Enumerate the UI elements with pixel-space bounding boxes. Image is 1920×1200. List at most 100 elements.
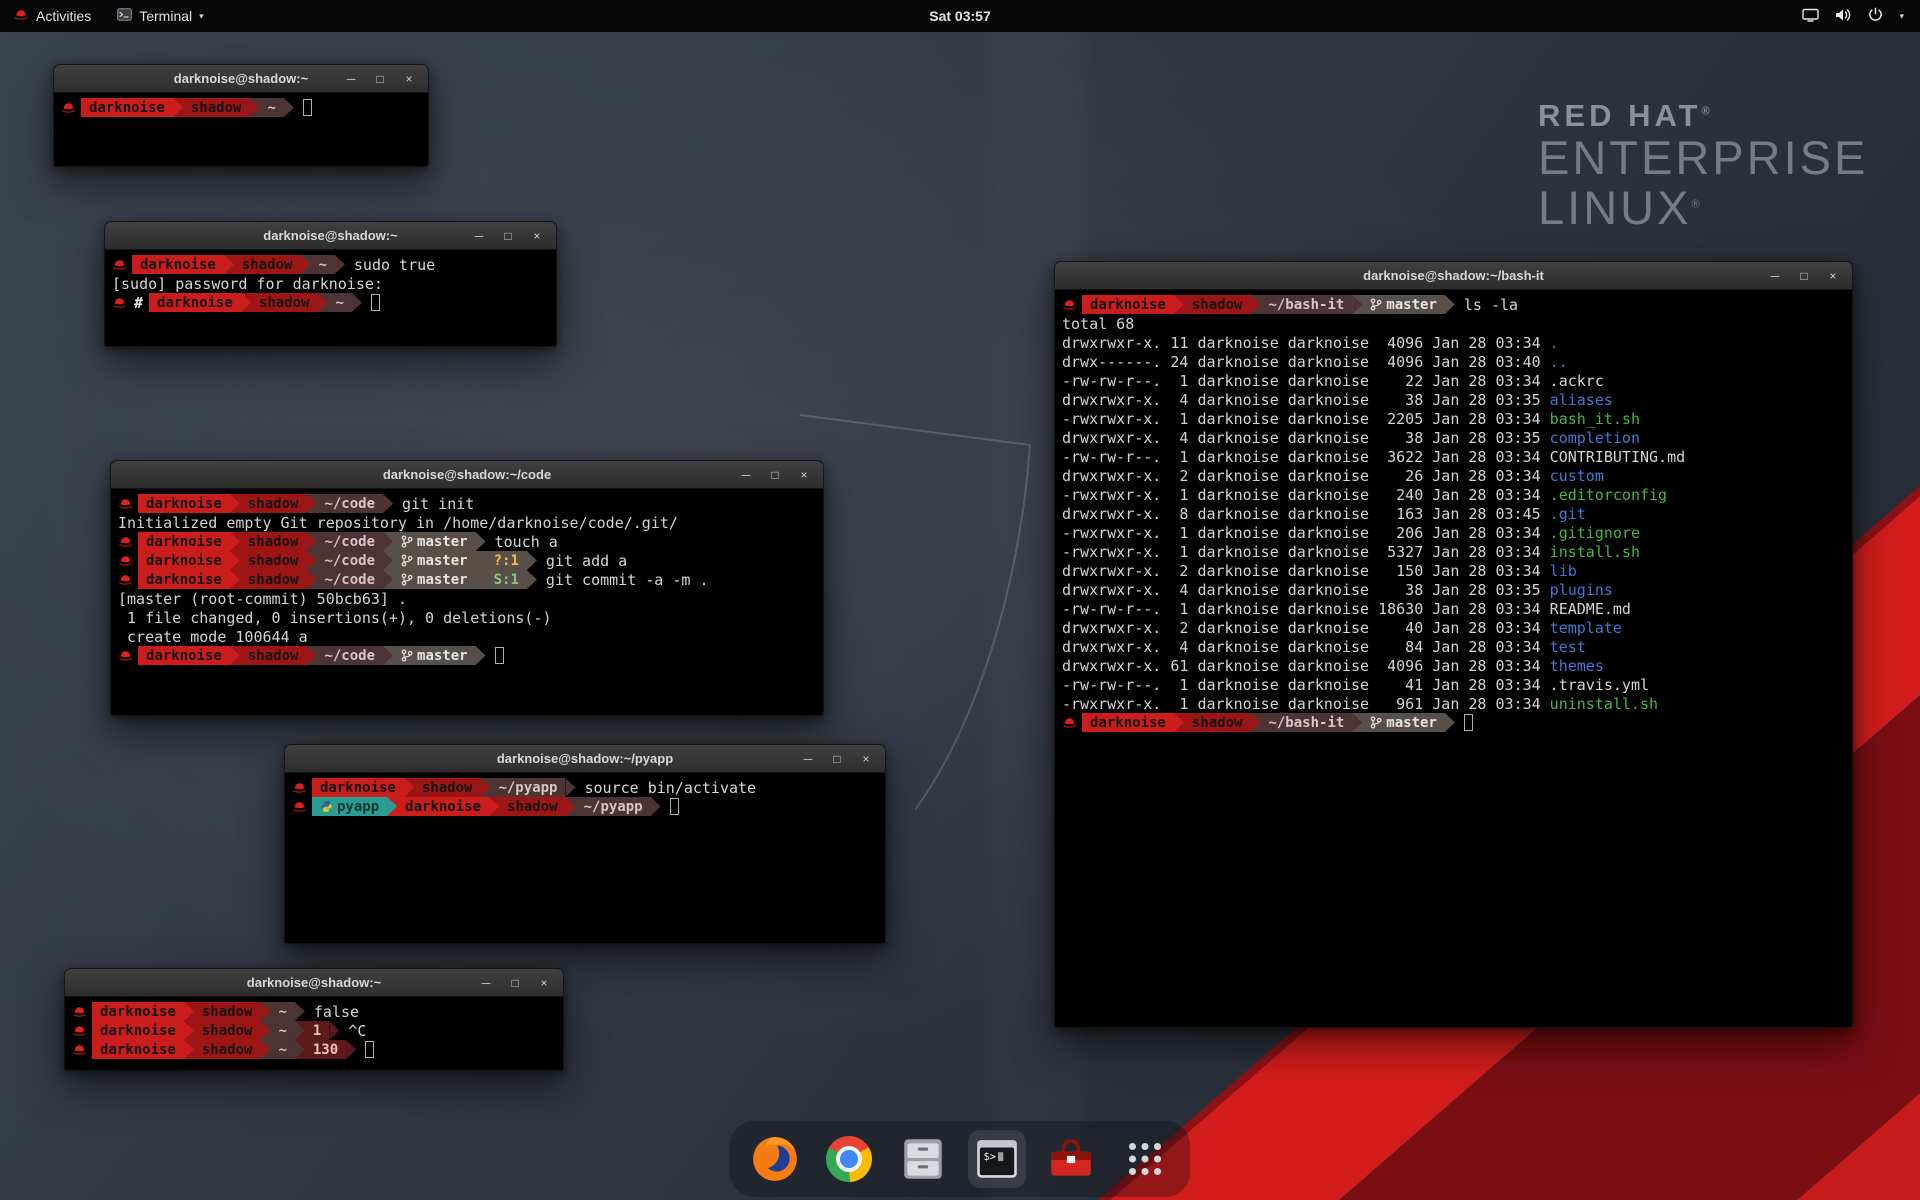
output-line: -rwxrwxr-x. 1 darknoise darknoise 961 Ja… xyxy=(1062,694,1845,713)
filename-exec: bash_it.sh xyxy=(1550,410,1640,428)
prompt-segment-user: darknoise xyxy=(92,1040,184,1059)
powerline-arrow xyxy=(1174,295,1184,314)
prompt-segment-user: darknoise xyxy=(1082,713,1174,732)
chrome-icon[interactable] xyxy=(820,1130,878,1188)
output-text: [sudo] password for darknoise: xyxy=(112,275,392,293)
maximize-button[interactable]: □ xyxy=(827,749,847,769)
prompt-segment-host: shadow xyxy=(234,255,301,274)
minimize-button[interactable]: ─ xyxy=(469,226,489,246)
prompt-line: darknoiseshadow~ xyxy=(61,98,421,117)
close-button[interactable]: × xyxy=(794,465,814,485)
command-text: touch a xyxy=(486,533,558,551)
terminal-cursor xyxy=(371,294,380,311)
output-text: -rw-rw-r--. 1 darknoise darknoise 41 Jan… xyxy=(1062,676,1550,694)
maximize-button[interactable]: □ xyxy=(370,69,390,89)
prompt-segment-user: darknoise xyxy=(138,532,230,551)
prompt-segment-host: shadow xyxy=(240,532,307,551)
filename-dir: .git xyxy=(1550,505,1586,523)
minimize-button[interactable]: ─ xyxy=(1765,266,1785,286)
window-title: darknoise@shadow:~/code xyxy=(111,467,823,482)
system-indicators[interactable]: ▾ xyxy=(1802,0,1920,32)
powerline-arrow xyxy=(383,532,393,551)
maximize-button[interactable]: □ xyxy=(765,465,785,485)
app-menu[interactable]: Terminal ▾ xyxy=(104,0,216,32)
terminal-body[interactable]: darknoiseshadow~/pyapp source bin/activa… xyxy=(285,773,885,943)
firefox-icon[interactable] xyxy=(746,1130,804,1188)
filename-dir: test xyxy=(1550,638,1586,656)
terminal-window[interactable]: darknoise@shadow:~ ─□× darknoiseshadow~ xyxy=(53,64,429,167)
terminal-window[interactable]: darknoise@shadow:~ ─□× darknoiseshadow~ … xyxy=(104,221,557,347)
powerline-arrow xyxy=(306,532,316,551)
terminal-body[interactable]: darknoiseshadow~ sudo true[sudo] passwor… xyxy=(105,250,556,346)
prompt-segment-branch: master xyxy=(1362,713,1445,732)
prompt-segment-path: ~ xyxy=(270,1002,294,1021)
terminal-window[interactable]: darknoise@shadow:~ ─□× darknoiseshadow~ … xyxy=(64,968,564,1071)
minimize-button[interactable]: ─ xyxy=(476,973,496,993)
prompt-line: darknoiseshadow~/codemaster touch a xyxy=(118,532,816,551)
close-button[interactable]: × xyxy=(527,226,547,246)
terminal-window[interactable]: darknoise@shadow:~/code ─ □ × darknoise sha… xyxy=(110,460,824,716)
output-line: drwx------. 24 darknoise darknoise 4096 … xyxy=(1062,352,1845,371)
filename-dir: completion xyxy=(1550,429,1640,447)
toolbox-icon[interactable] xyxy=(1042,1130,1100,1188)
powerline-arrow xyxy=(527,570,537,589)
terminal-body[interactable]: darknoiseshadow~/bash-itmaster ls -latot… xyxy=(1055,290,1852,1027)
brand-line1: RED HAT xyxy=(1538,98,1701,133)
powerline-arrow xyxy=(260,1021,270,1040)
maximize-button[interactable]: □ xyxy=(1794,266,1814,286)
command-text: false xyxy=(305,1003,359,1021)
output-line: drwxrwxr-x. 8 darknoise darknoise 163 Ja… xyxy=(1062,504,1845,523)
close-button[interactable]: × xyxy=(399,69,419,89)
activities-button[interactable]: Activities xyxy=(0,0,104,32)
terminal-cursor xyxy=(670,798,679,815)
close-button[interactable]: × xyxy=(856,749,876,769)
terminal-app-icon xyxy=(117,8,132,24)
minimize-button[interactable]: ─ xyxy=(341,69,361,89)
prompt-segment-path: ~/code xyxy=(316,570,383,589)
power-icon xyxy=(1868,7,1883,25)
output-line: -rw-rw-r--. 1 darknoise darknoise 41 Jan… xyxy=(1062,675,1845,694)
powerline-arrow xyxy=(230,570,240,589)
terminal-window[interactable]: darknoise@shadow:~/bash-it ─□× darknoise… xyxy=(1054,261,1853,1028)
window-titlebar[interactable]: darknoise@shadow:~ ─□× xyxy=(54,65,428,93)
output-line: [sudo] password for darknoise: xyxy=(112,274,549,293)
minimize-button[interactable]: ─ xyxy=(736,465,756,485)
maximize-button[interactable]: □ xyxy=(505,973,525,993)
output-text: drwx------. 24 darknoise darknoise 4096 … xyxy=(1062,353,1550,371)
clock[interactable]: Sat 03:57 xyxy=(929,8,990,24)
prompt-segment-branch: master xyxy=(393,551,476,570)
close-button[interactable]: × xyxy=(534,973,554,993)
prompt-segment-path: ~/bash-it xyxy=(1260,295,1352,314)
output-text: total 68 xyxy=(1062,315,1134,333)
terminal-icon[interactable]: $> xyxy=(968,1130,1026,1188)
terminal-body[interactable]: darknoiseshadow~ falsedarknoiseshadow~1 … xyxy=(65,997,563,1070)
redhat-prompt-icon xyxy=(118,554,133,567)
files-icon[interactable] xyxy=(894,1130,952,1188)
powerline-arrow xyxy=(300,255,310,274)
filename-dir: aliases xyxy=(1550,391,1613,409)
output-line: drwxrwxr-x. 2 darknoise darknoise 40 Jan… xyxy=(1062,618,1845,637)
window-titlebar[interactable]: darknoise@shadow:~/bash-it ─□× xyxy=(1055,262,1852,290)
powerline-arrow xyxy=(230,551,240,570)
maximize-button[interactable]: □ xyxy=(498,226,518,246)
powerline-arrow xyxy=(383,646,393,665)
terminal-body[interactable]: darknoiseshadow~/code git initInitialize… xyxy=(111,489,823,715)
show-apps-icon[interactable] xyxy=(1116,1130,1174,1188)
window-titlebar[interactable]: darknoise@shadow:~/code ─ □ × xyxy=(111,461,823,489)
prompt-segment-path: ~/pyapp xyxy=(576,797,651,816)
minimize-button[interactable]: ─ xyxy=(798,749,818,769)
window-titlebar[interactable]: darknoise@shadow:~/pyapp ─□× xyxy=(285,745,885,773)
output-line: -rw-rw-r--. 1 darknoise darknoise 22 Jan… xyxy=(1062,371,1845,390)
window-titlebar[interactable]: darknoise@shadow:~ ─□× xyxy=(105,222,556,250)
close-button[interactable]: × xyxy=(1823,266,1843,286)
prompt-segment-path: ~/code xyxy=(316,646,383,665)
filename-dir: template xyxy=(1550,619,1622,637)
output-text: drwxrwxr-x. 8 darknoise darknoise 163 Ja… xyxy=(1062,505,1550,523)
top-bar: Activities Terminal ▾ Sat 03:57 ▾ xyxy=(0,0,1920,32)
terminal-body[interactable]: darknoiseshadow~ xyxy=(54,93,428,166)
powerline-arrow xyxy=(306,494,316,513)
window-titlebar[interactable]: darknoise@shadow:~ ─□× xyxy=(65,969,563,997)
terminal-window[interactable]: darknoise@shadow:~/pyapp ─□× darknoisesh… xyxy=(284,744,886,944)
powerline-arrow xyxy=(1250,713,1260,732)
output-text: drwxrwxr-x. 11 darknoise darknoise 4096 … xyxy=(1062,334,1550,352)
